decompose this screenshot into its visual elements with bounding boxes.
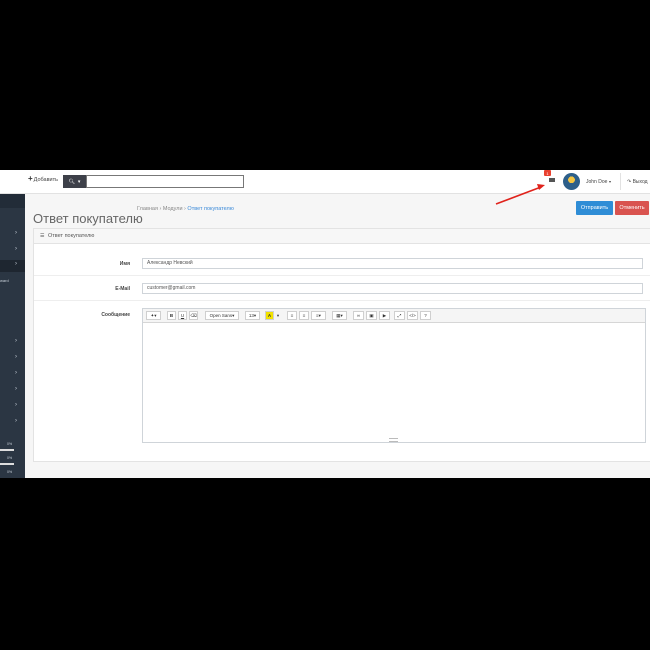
annotation-arrow	[495, 184, 545, 205]
